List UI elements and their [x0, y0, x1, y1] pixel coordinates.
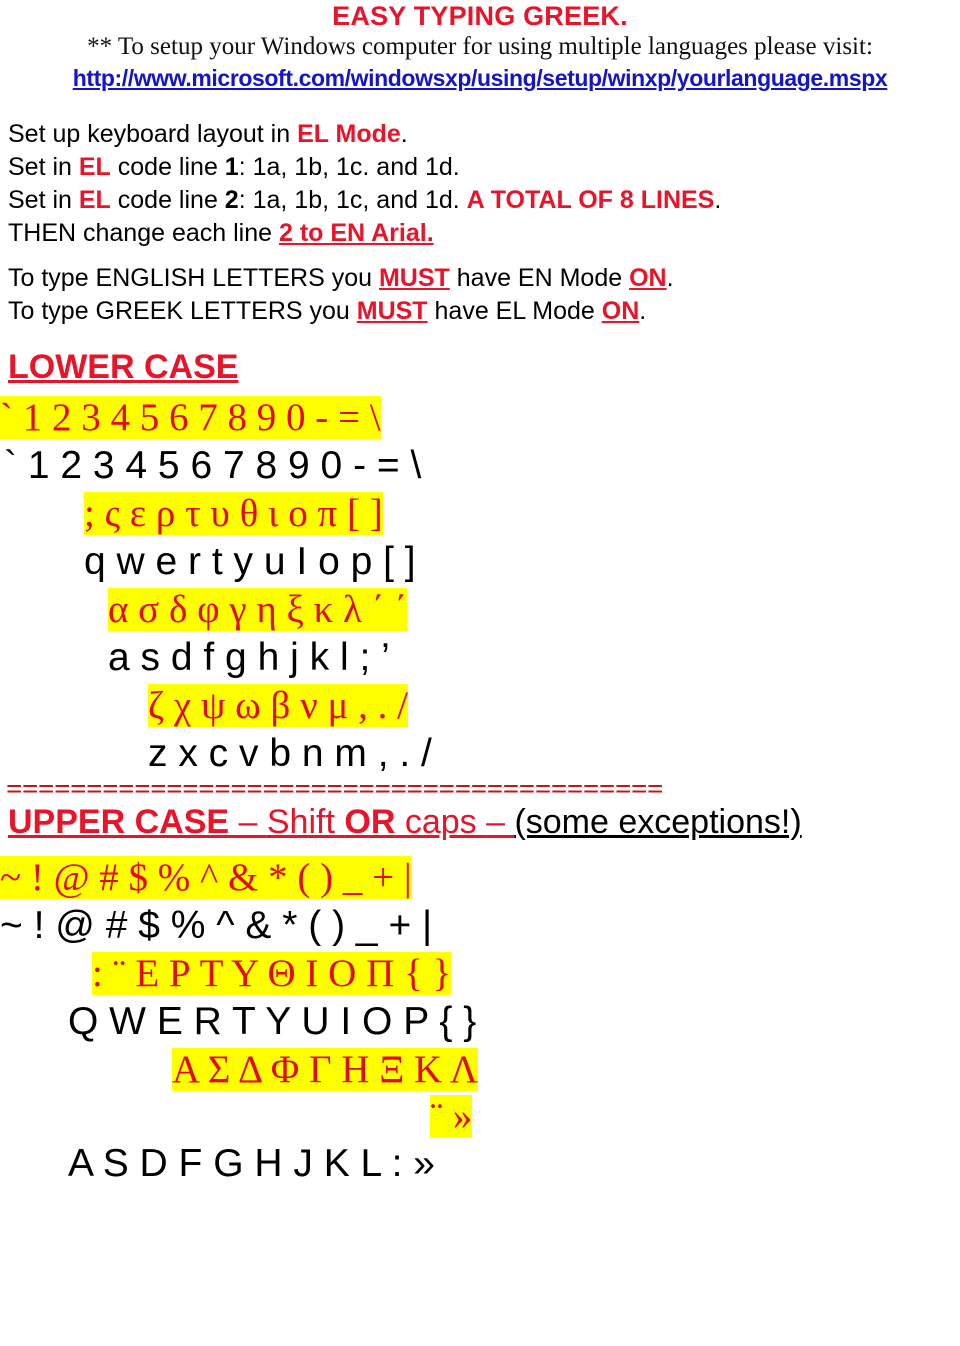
instr-2-part-2: code line [110, 153, 225, 181]
instr-4-part-0: THEN change each line [8, 219, 279, 247]
setup-note: ** To setup your Windows computer for us… [87, 33, 873, 60]
greek-keys: α σ δ φ γ η ξ κ λ ΄ ΄ [108, 588, 408, 631]
english-keys: ` 1 2 3 4 5 6 7 8 9 0 - = \ [4, 444, 422, 487]
instr-2-part-4: : 1a, 1b, 1c. and 1d. [238, 153, 460, 181]
greek-keys: ζ χ ψ ω β ν μ , . / [148, 684, 409, 727]
lower-row-4-greek: ζ χ ψ ω β ν μ , . / [0, 682, 960, 730]
lower-row-4-english: z x c v b n m , . / [0, 730, 960, 778]
page-title: EASY TYPING GREEK. [332, 1, 628, 31]
english-keys: z x c v b n m , . / [148, 732, 432, 775]
upper-row-1-greek: ~ ! @ # $ % ^ & * ( ) _ + | [0, 854, 960, 902]
lower-row-2-greek: ; ς ε ρ τ υ θ ι ο π [ ] [0, 490, 960, 538]
upper-heading-part-3 [335, 803, 344, 841]
upper-row-3-english: A S D F G H J K L : » [0, 1140, 960, 1188]
upper-row-2-english: Q W E R T Y U I O P { } [0, 998, 960, 1046]
mode-el-part-1: MUST [356, 297, 428, 325]
english-keys: q w e r t y u I o p [ ] [84, 540, 416, 583]
upper-heading-part-5: caps [395, 803, 487, 841]
greek-keys: ~ ! @ # $ % ^ & * ( ) _ + | [0, 856, 412, 899]
english-keys: ~ ! @ # $ % ^ & * ( ) _ + | [0, 904, 433, 947]
instr-2-part-0: Set in [8, 153, 79, 181]
greek-keys: ; ς ε ρ τ υ θ ι ο π [ ] [84, 492, 383, 535]
instr-1-part-2: . [400, 120, 408, 148]
instr-1-part-0: Set up keyboard layout in [8, 120, 298, 148]
instr-3-part-2: code line [110, 186, 225, 214]
instruction-line-3: Set in EL code line 2: 1a, 1b, 1c, and 1… [0, 184, 960, 217]
mode-en-part-4: . [666, 264, 674, 292]
lower-case-heading: LOWER CASE [8, 348, 239, 386]
mode-en-part-0: To type ENGLISH LETTERS you [8, 264, 379, 292]
instruction-line-2: Set in EL code line 1: 1a, 1b, 1c. and 1… [0, 151, 960, 184]
greek-keys: ` 1 2 3 4 5 6 7 8 9 0 - = \ [0, 396, 381, 439]
lower-row-2-english: q w e r t y u I o p [ ] [0, 538, 960, 586]
mode-el-part-0: To type GREEK LETTERS you [8, 297, 357, 325]
mode-note-english: To type ENGLISH LETTERS you MUST have EN… [0, 262, 960, 295]
instr-3-part-3: 2 [224, 186, 239, 214]
english-keys: a s d f g h j k l ; ’ [108, 636, 390, 679]
greek-keys: : ¨ Ε Ρ Τ Υ Θ Ι Ο Π { } [92, 952, 452, 995]
upper-row-3-wrapped-greek: ¨ » [0, 1094, 960, 1140]
lower-row-1-english: ` 1 2 3 4 5 6 7 8 9 0 - = \ [0, 442, 960, 490]
mode-note-greek: To type GREEK LETTERS you MUST have EL M… [0, 295, 960, 328]
microsoft-url-line: http://www.microsoft.com/windowsxp/using… [0, 62, 960, 98]
microsoft-setup-link[interactable]: http://www.microsoft.com/windowsxp/using… [73, 65, 888, 91]
upper-row-1-english: ~ ! @ # $ % ^ & * ( ) _ + | [0, 902, 960, 950]
upper-heading-part-1: – [229, 803, 267, 841]
upper-heading-part-0: UPPER CASE [8, 803, 230, 841]
section-separator: ========================================… [6, 778, 664, 800]
instr-2-part-1: EL [78, 153, 111, 181]
lower-row-3-english: a s d f g h j k l ; ’ [0, 634, 960, 682]
upper-heading-part-6: – [486, 803, 515, 841]
greek-keys-wrapped: ¨ » [430, 1095, 473, 1138]
mode-en-part-3: ON [629, 264, 667, 292]
upper-heading-part-7: (some exceptions!) [514, 803, 802, 841]
mode-en-part-2: have EN Mode [449, 264, 630, 292]
document-page: EASY TYPING GREEK. ** To setup your Wind… [0, 0, 960, 1346]
upper-case-heading: UPPER CASE – Shift OR caps – (some excep… [0, 800, 960, 844]
instr-3-part-0: Set in [8, 186, 79, 214]
instr-3-part-1: EL [78, 186, 111, 214]
mode-el-part-4: . [639, 297, 647, 325]
instr-3-part-5: A TOTAL OF 8 LINES [466, 186, 715, 214]
upper-heading-part-2: Shift [266, 803, 335, 841]
english-keys: Q W E R T Y U I O P { } [68, 1000, 477, 1043]
instruction-line-4: THEN change each line 2 to EN Arial. [0, 217, 960, 250]
instr-3-part-4: : 1a, 1b, 1c, and 1d. [238, 186, 467, 214]
mode-el-part-2: have EL Mode [427, 297, 602, 325]
upper-row-3-greek: Α Σ Δ Φ Γ Η Ξ Κ Λ [0, 1046, 960, 1094]
instr-3-part-6: . [714, 186, 722, 214]
mode-en-part-1: MUST [378, 264, 450, 292]
greek-keys: Α Σ Δ Φ Γ Η Ξ Κ Λ [172, 1048, 479, 1091]
mode-el-part-3: ON [601, 297, 640, 325]
upper-heading-part-4: OR [344, 803, 396, 841]
lower-row-3-greek: α σ δ φ γ η ξ κ λ ΄ ΄ [0, 586, 960, 634]
upper-row-2-greek: : ¨ Ε Ρ Τ Υ Θ Ι Ο Π { } [0, 950, 960, 998]
english-keys: A S D F G H J K L : » [68, 1142, 435, 1185]
lower-row-1-greek: ` 1 2 3 4 5 6 7 8 9 0 - = \ [0, 394, 960, 442]
instr-4-part-1: 2 to EN Arial. [278, 219, 434, 247]
instruction-line-1: Set up keyboard layout in EL Mode. [0, 110, 960, 151]
instr-2-part-3: 1 [224, 153, 239, 181]
instr-1-part-1: EL Mode [297, 120, 401, 148]
